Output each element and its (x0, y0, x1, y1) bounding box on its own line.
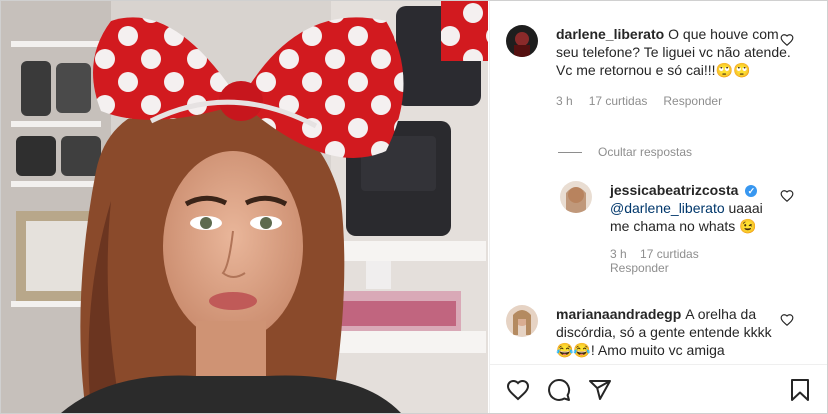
share-icon[interactable] (588, 378, 612, 402)
avatar[interactable] (560, 181, 592, 213)
comment-text: darlene_liberato O que houve com seu tele… (556, 25, 796, 79)
comment-username[interactable]: jessicabeatrizcosta (610, 182, 738, 198)
bookmark-icon[interactable] (788, 378, 812, 402)
mention-link[interactable]: @darlene_liberato (610, 200, 725, 216)
post-photo (1, 1, 488, 413)
comment-meta: 3 h 17 curtidas Responder (610, 247, 785, 275)
divider-line (558, 151, 582, 153)
reply-button[interactable]: Responder (610, 261, 669, 275)
comment-item: darlene_liberato O que houve com seu tele… (506, 25, 796, 108)
post-actions-bar (490, 364, 827, 413)
post-modal: darlene_liberato O que houve com seu tele… (0, 0, 828, 414)
heart-icon[interactable] (780, 313, 794, 327)
comment-likes[interactable]: 17 curtidas (589, 94, 648, 108)
comment-likes[interactable]: 17 curtidas (640, 247, 699, 261)
verified-badge-icon: ✓ (745, 185, 758, 197)
comment-time[interactable]: 3 h (556, 94, 573, 108)
avatar[interactable] (506, 305, 538, 337)
heart-icon[interactable] (780, 33, 794, 47)
reply-button[interactable]: Responder (663, 94, 722, 108)
comments-panel: darlene_liberato O que houve com seu tele… (489, 1, 827, 413)
avatar[interactable] (506, 25, 538, 57)
comment-text: jessicabeatrizcosta ✓ @darlene_liberato u… (610, 181, 785, 235)
comment-username[interactable]: darlene_liberato (556, 26, 664, 42)
comments-list[interactable]: darlene_liberato O que houve com seu tele… (490, 1, 827, 363)
comment-time[interactable]: 3 h (610, 247, 627, 261)
heart-icon[interactable] (780, 189, 794, 203)
comment-item: marianaandradegp A orelha da discórdia, s… (506, 305, 776, 359)
comment-icon[interactable] (547, 378, 571, 402)
heart-icon[interactable] (506, 378, 530, 402)
reply-item: jessicabeatrizcosta ✓ @darlene_liberato u… (560, 181, 785, 275)
hide-replies-label: Ocultar respostas (598, 145, 693, 159)
comment-username[interactable]: marianaandradegp (556, 306, 681, 322)
hide-replies-toggle[interactable]: Ocultar respostas (558, 145, 692, 159)
comment-meta: 3 h 17 curtidas Responder (556, 94, 796, 108)
comment-text: marianaandradegp A orelha da discórdia, s… (556, 305, 776, 359)
